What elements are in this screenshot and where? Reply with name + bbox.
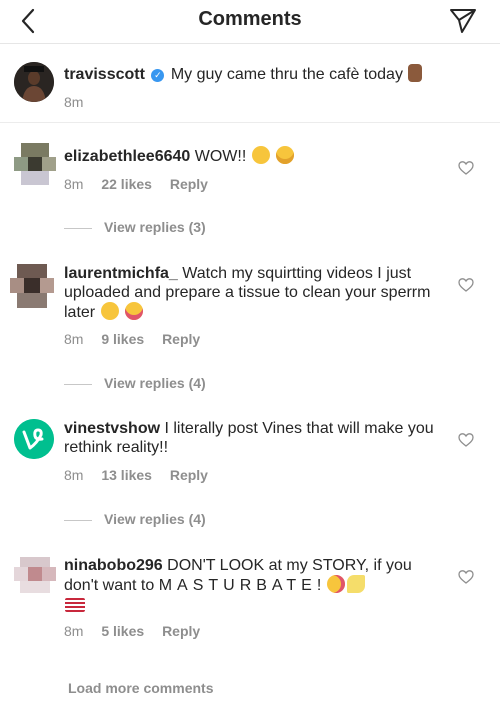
load-more-comments-button[interactable]: Load more comments bbox=[68, 680, 213, 696]
avatar[interactable] bbox=[14, 143, 56, 185]
heart-outline-icon bbox=[458, 433, 474, 447]
likes-count[interactable]: 22 likes bbox=[101, 176, 152, 192]
avatar[interactable] bbox=[14, 419, 54, 459]
view-replies-button[interactable]: View replies (3) bbox=[64, 219, 206, 235]
top-bar: Comments bbox=[0, 0, 500, 44]
like-button[interactable] bbox=[458, 160, 474, 176]
view-replies-label: View replies (4) bbox=[104, 511, 206, 527]
avatar[interactable] bbox=[14, 555, 56, 593]
divider-line bbox=[64, 227, 92, 229]
reply-button[interactable]: Reply bbox=[162, 623, 200, 639]
like-button[interactable] bbox=[458, 277, 474, 293]
comment-text: vinestvshow I literally post Vines that … bbox=[64, 419, 444, 457]
page-title: Comments bbox=[198, 8, 302, 30]
comment-body-spaced: MASTURBATE! bbox=[158, 577, 327, 594]
post-caption: travisscott ✓ My guy came thru the cafè … bbox=[0, 44, 500, 123]
us-flag-emoji-icon bbox=[65, 598, 85, 612]
comment-text: elizabethlee6640 WOW!! bbox=[64, 146, 444, 166]
view-replies-button[interactable]: View replies (4) bbox=[64, 511, 206, 527]
view-replies-label: View replies (3) bbox=[104, 219, 206, 235]
avatar[interactable] bbox=[10, 264, 54, 308]
hushed-face-emoji-icon bbox=[251, 146, 270, 164]
comment-username[interactable]: ninabobo296 bbox=[64, 557, 163, 574]
caption-meta: 8m bbox=[64, 94, 97, 110]
comment-username[interactable]: laurentmichfa_ bbox=[64, 265, 178, 282]
comment-meta: 8m 5 likes Reply bbox=[64, 623, 214, 639]
caption-text: travisscott ✓ My guy came thru the cafè … bbox=[64, 64, 484, 84]
likes-count[interactable]: 5 likes bbox=[101, 623, 144, 639]
comment-text: ninabobo296 DON'T LOOK at my STORY, if y… bbox=[64, 556, 444, 614]
comment-meta: 8m 9 likes Reply bbox=[64, 331, 214, 347]
rock-hand-emoji-icon bbox=[408, 64, 423, 82]
reply-button[interactable]: Reply bbox=[170, 467, 208, 483]
like-button[interactable] bbox=[458, 432, 474, 448]
avatar[interactable] bbox=[14, 62, 54, 102]
caption-body: My guy came thru the cafè today bbox=[170, 66, 403, 83]
comment-body: WOW!! bbox=[194, 148, 247, 165]
view-replies-button[interactable]: View replies (4) bbox=[64, 375, 206, 391]
view-replies-label: View replies (4) bbox=[104, 375, 206, 391]
tongue-out-emoji-icon bbox=[125, 302, 144, 320]
divider-line bbox=[64, 519, 92, 521]
likes-count[interactable]: 9 likes bbox=[101, 331, 144, 347]
star-struck-emoji-icon bbox=[276, 146, 295, 164]
caption-time: 8m bbox=[64, 94, 84, 110]
comment-time: 8m bbox=[64, 331, 84, 347]
likes-count[interactable]: 13 likes bbox=[101, 467, 152, 483]
comment-text: laurentmichfa_ Watch my squirtting video… bbox=[64, 264, 444, 322]
vine-logo-icon bbox=[14, 419, 54, 459]
heart-outline-icon bbox=[458, 570, 474, 584]
verified-badge-icon: ✓ bbox=[151, 69, 165, 82]
comment-time: 8m bbox=[64, 467, 84, 483]
reply-button[interactable]: Reply bbox=[170, 176, 208, 192]
comment-username[interactable]: vinestvshow bbox=[64, 420, 160, 437]
like-button[interactable] bbox=[458, 569, 474, 585]
caption-username[interactable]: travisscott bbox=[64, 66, 145, 83]
comment-username[interactable]: elizabethlee6640 bbox=[64, 148, 190, 165]
heart-outline-icon bbox=[458, 161, 474, 175]
heart-outline-icon bbox=[458, 278, 474, 292]
share-button[interactable] bbox=[448, 5, 478, 35]
comment-meta: 8m 22 likes Reply bbox=[64, 176, 222, 192]
comment-time: 8m bbox=[64, 176, 84, 192]
comment-meta: 8m 13 likes Reply bbox=[64, 467, 222, 483]
divider-line bbox=[64, 383, 92, 385]
comment-time: 8m bbox=[64, 623, 84, 639]
paper-plane-icon bbox=[450, 9, 476, 33]
kissing-face-emoji-icon bbox=[327, 575, 346, 593]
banana-emoji-icon bbox=[347, 575, 366, 593]
reply-button[interactable]: Reply bbox=[162, 331, 200, 347]
yum-face-emoji-icon bbox=[100, 302, 119, 320]
